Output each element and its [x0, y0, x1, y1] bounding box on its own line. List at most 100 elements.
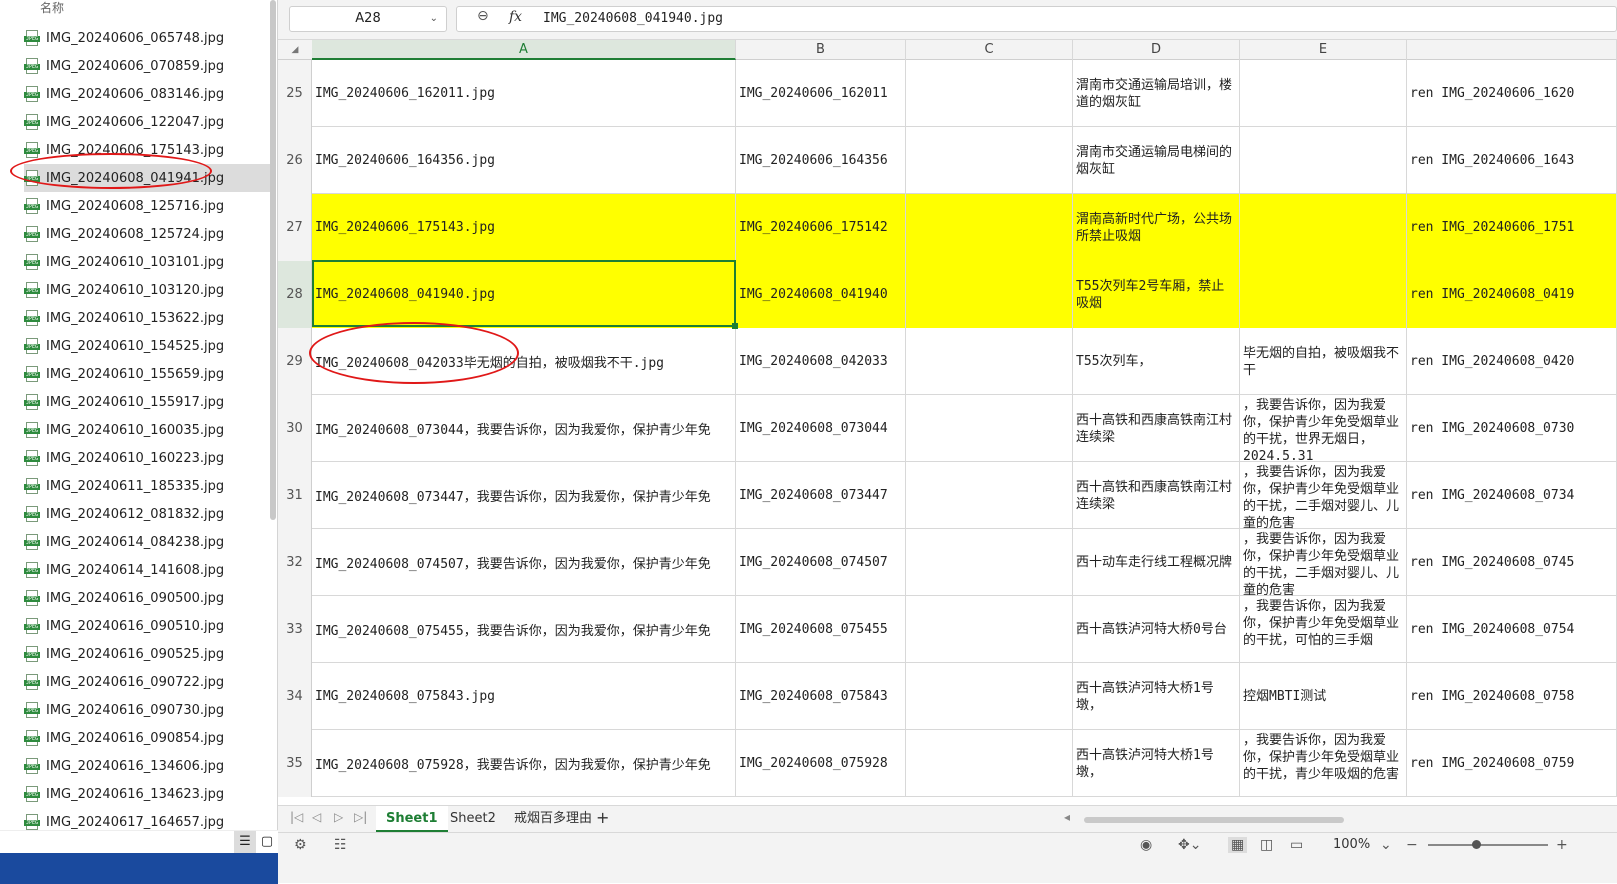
file-item[interactable]: JPEG IMG_20240616_090525.jpg: [24, 640, 272, 668]
sheet-tab[interactable]: Sheet2: [440, 806, 506, 832]
file-item[interactable]: JPEG IMG_20240608_125724.jpg: [24, 220, 272, 248]
eye-icon[interactable]: ◉: [1140, 837, 1152, 853]
normal-view-icon[interactable]: ▦: [1228, 837, 1248, 853]
first-sheet-icon[interactable]: |◁: [290, 810, 303, 824]
next-sheet-icon[interactable]: ▷: [334, 810, 343, 824]
page-break-icon[interactable]: ▭: [1290, 837, 1303, 853]
horizontal-scrollbar[interactable]: [1084, 817, 1344, 823]
cell-f[interactable]: ren IMG_20240606_1620: [1407, 60, 1617, 127]
cell-e[interactable]: [1240, 261, 1407, 328]
zoom-magnifier-icon[interactable]: ⊖: [477, 8, 489, 24]
column-header-d[interactable]: D: [1073, 40, 1240, 60]
cell-d[interactable]: 西十高铁和西康高铁南江村连续梁: [1073, 395, 1240, 462]
cell-f[interactable]: ren IMG_20240608_0758: [1407, 663, 1617, 730]
cell-a[interactable]: IMG_20240608_074507，我要告诉你，因为我爱你，保护青少年免: [312, 529, 736, 596]
cell-a[interactable]: IMG_20240606_162011.jpg: [312, 60, 736, 127]
file-item[interactable]: JPEG IMG_20240616_090500.jpg: [24, 584, 272, 612]
cell-d[interactable]: T55次列车2号车厢，禁止吸烟: [1073, 261, 1240, 328]
sheet-list-icon[interactable]: ☷: [334, 837, 347, 853]
cell-e[interactable]: [1240, 127, 1407, 194]
cell-b[interactable]: IMG_20240608_042033: [736, 328, 906, 395]
file-item[interactable]: JPEG IMG_20240614_084238.jpg: [24, 528, 272, 556]
file-item[interactable]: JPEG IMG_20240612_081832.jpg: [24, 500, 272, 528]
file-item[interactable]: JPEG IMG_20240610_153622.jpg: [24, 304, 272, 332]
row-header[interactable]: 31: [278, 462, 312, 529]
cell-d[interactable]: 西十高铁泸河特大桥1号墩，: [1073, 663, 1240, 730]
file-item[interactable]: JPEG IMG_20240616_090510.jpg: [24, 612, 272, 640]
row-header[interactable]: 26: [278, 127, 312, 194]
last-sheet-icon[interactable]: ▷|: [354, 810, 367, 824]
cell-c[interactable]: [906, 261, 1073, 328]
cell-c[interactable]: [906, 663, 1073, 730]
chevron-down-icon[interactable]: ⌄: [1380, 837, 1392, 853]
cell-b[interactable]: IMG_20240608_075455: [736, 596, 906, 663]
cell-b[interactable]: IMG_20240608_074507: [736, 529, 906, 596]
cell-c[interactable]: [906, 462, 1073, 529]
explorer-scrollbar[interactable]: [270, 0, 276, 520]
zoom-level[interactable]: 100%: [1333, 837, 1370, 852]
file-item[interactable]: JPEG IMG_20240610_154525.jpg: [24, 332, 272, 360]
cell-e[interactable]: [1240, 194, 1407, 261]
cell-e[interactable]: ，我要告诉你，因为我爱你，保护青少年免受烟草业的干扰，二手烟对婴儿、儿童的危害: [1240, 529, 1407, 596]
cell-d[interactable]: 西十高铁和西康高铁南江村连续梁: [1073, 462, 1240, 529]
cell-d[interactable]: 西十动车走行线工程概况牌: [1073, 529, 1240, 596]
details-view-icon[interactable]: ☰: [234, 831, 256, 853]
row-header[interactable]: 29: [278, 328, 312, 395]
sheet-tab[interactable]: 戒烟百多理由: [504, 806, 602, 832]
cell-a[interactable]: IMG_20240608_073044，我要告诉你，因为我爱你，保护青少年免: [312, 395, 736, 462]
name-box[interactable]: A28 ⌄: [289, 6, 447, 32]
zoom-slider-knob[interactable]: [1472, 840, 1481, 849]
cell-a[interactable]: IMG_20240606_164356.jpg: [312, 127, 736, 194]
cell-c[interactable]: [906, 395, 1073, 462]
cell-a[interactable]: IMG_20240608_075455，我要告诉你，因为我爱你，保护青少年免: [312, 596, 736, 663]
column-header-f[interactable]: [1407, 40, 1617, 60]
cell-b[interactable]: IMG_20240608_041940: [736, 261, 906, 328]
file-item[interactable]: JPEG IMG_20240610_155659.jpg: [24, 360, 272, 388]
add-sheet-icon[interactable]: +: [596, 808, 609, 827]
cell-d[interactable]: 西十高铁泸河特大桥0号台: [1073, 596, 1240, 663]
cell-a[interactable]: IMG_20240608_075843.jpg: [312, 663, 736, 730]
chevron-down-icon[interactable]: ⌄: [430, 7, 438, 31]
column-header-a[interactable]: A: [312, 40, 736, 60]
cell-c[interactable]: [906, 194, 1073, 261]
cell-e[interactable]: [1240, 60, 1407, 127]
cell-d[interactable]: 渭南市交通运输局培训，楼道的烟灰缸: [1073, 60, 1240, 127]
cell-f[interactable]: ren IMG_20240608_0730: [1407, 395, 1617, 462]
cell-f[interactable]: ren IMG_20240608_0745: [1407, 529, 1617, 596]
cell-c[interactable]: [906, 596, 1073, 663]
file-item[interactable]: JPEG IMG_20240610_160223.jpg: [24, 444, 272, 472]
file-item[interactable]: JPEG IMG_20240616_134606.jpg: [24, 752, 272, 780]
cell-e[interactable]: 毕无烟的自拍，被吸烟我不干: [1240, 328, 1407, 395]
function-icon[interactable]: fx: [509, 9, 522, 25]
cell-b[interactable]: IMG_20240608_075928: [736, 730, 906, 797]
cell-c[interactable]: [906, 730, 1073, 797]
cell-d[interactable]: 渭南高新时代广场，公共场所禁止吸烟: [1073, 194, 1240, 261]
file-item[interactable]: JPEG IMG_20240606_122047.jpg: [24, 108, 272, 136]
cell-e[interactable]: ，我要告诉你，因为我爱你，保护青少年免受烟草业的干扰，世界无烟日，2024.5.…: [1240, 395, 1407, 462]
sheet-tab[interactable]: Sheet1: [376, 806, 448, 832]
cell-b[interactable]: IMG_20240606_175142: [736, 194, 906, 261]
select-all-corner[interactable]: ◢: [278, 40, 312, 60]
cell-e[interactable]: ，我要告诉你，因为我爱你，保护青少年免受烟草业的干扰，二手烟对婴儿、儿童的危害: [1240, 462, 1407, 529]
cell-d[interactable]: 西十高铁泸河特大桥1号墩，: [1073, 730, 1240, 797]
row-header[interactable]: 25: [278, 60, 312, 127]
file-item[interactable]: JPEG IMG_20240616_134623.jpg: [24, 780, 272, 808]
row-header[interactable]: 27: [278, 194, 312, 261]
file-item[interactable]: JPEG IMG_20240611_185335.jpg: [24, 472, 272, 500]
file-item[interactable]: JPEG IMG_20240610_103120.jpg: [24, 276, 272, 304]
cell-f[interactable]: ren IMG_20240608_0734: [1407, 462, 1617, 529]
zoom-slider[interactable]: [1428, 840, 1548, 849]
row-header[interactable]: 33: [278, 596, 312, 663]
file-item[interactable]: JPEG IMG_20240606_065748.jpg: [24, 24, 272, 52]
column-header-c[interactable]: C: [906, 40, 1073, 60]
cell-d[interactable]: 渭南市交通运输局电梯间的烟灰缸: [1073, 127, 1240, 194]
column-header-b[interactable]: B: [736, 40, 906, 60]
cell-b[interactable]: IMG_20240608_075843: [736, 663, 906, 730]
cell-b[interactable]: IMG_20240608_073447: [736, 462, 906, 529]
cell-f[interactable]: ren IMG_20240608_0759: [1407, 730, 1617, 797]
prev-sheet-icon[interactable]: ◁: [312, 810, 321, 824]
cell-f[interactable]: ren IMG_20240608_0754: [1407, 596, 1617, 663]
zoom-out-icon[interactable]: −: [1406, 837, 1418, 853]
file-item[interactable]: JPEG IMG_20240606_070859.jpg: [24, 52, 272, 80]
move-icon[interactable]: ✥⌄: [1178, 837, 1201, 853]
